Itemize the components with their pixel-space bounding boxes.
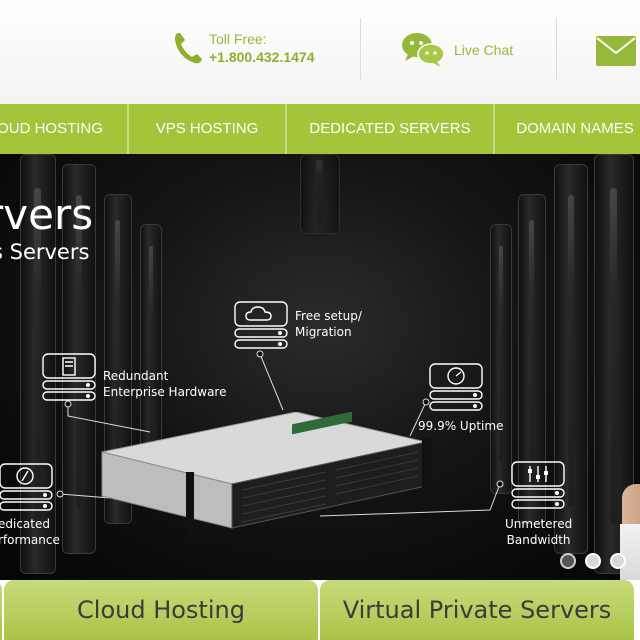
feature-label-hardware: Redundant Enterprise Hardware — [103, 368, 226, 400]
live-chat-link[interactable]: Live Chat — [454, 42, 513, 58]
feature-text: Free setup/ Migration — [295, 309, 362, 339]
feature-label-performance: edicated rformance — [0, 516, 60, 548]
server-tower-icon — [42, 353, 96, 401]
nav-item-vps-hosting[interactable]: VPS HOSTING — [129, 104, 285, 154]
slide-dot-1[interactable] — [560, 553, 576, 569]
nav-item-domain-names[interactable]: DOMAIN NAMES — [495, 104, 640, 154]
person-shirt — [620, 524, 640, 580]
nav-item-cloud-hosting[interactable]: OUD HOSTING — [0, 104, 108, 154]
gauge-icon — [0, 463, 53, 511]
speedometer-icon — [429, 363, 483, 411]
divider — [360, 18, 361, 80]
tab-cloud-hosting[interactable]: Cloud Hosting — [4, 580, 318, 640]
main-navigation: OUD HOSTING VPS HOSTING DEDICATED SERVER… — [0, 104, 640, 154]
tab-virtual-private-servers[interactable]: Virtual Private Servers — [320, 580, 634, 640]
slide-dot-2[interactable] — [585, 553, 601, 569]
divider — [556, 18, 557, 80]
rack-server-image — [101, 412, 432, 542]
slide-dot-3[interactable] — [610, 553, 626, 569]
cloud-server-icon — [234, 301, 288, 349]
hero-banner: rvers s Servers Free setup/ Migration — [0, 154, 640, 580]
tab-partial[interactable] — [0, 580, 2, 640]
feature-text: Unmetered Bandwidth — [505, 517, 573, 547]
contact-bar: Toll Free: +1.800.432.1474 Live Chat — [0, 0, 640, 104]
phone-icon — [175, 33, 202, 64]
tab-label: Virtual Private Servers — [342, 596, 612, 624]
tab-label: Cloud Hosting — [77, 596, 245, 624]
envelope-icon[interactable] — [596, 36, 636, 66]
toll-free-label: Toll Free: — [209, 31, 267, 47]
toll-free-number[interactable]: +1.800.432.1474 — [209, 49, 315, 65]
feature-label-setup: Free setup/ Migration — [295, 308, 362, 340]
chat-bubbles-icon[interactable] — [400, 30, 446, 68]
nav-item-dedicated-servers[interactable]: DEDICATED SERVERS — [287, 104, 493, 154]
feature-text: Redundant Enterprise Hardware — [103, 369, 227, 399]
feature-text: edicated rformance — [0, 517, 60, 547]
sliders-icon — [511, 461, 565, 509]
feature-label-bandwidth: Unmetered Bandwidth — [505, 516, 572, 548]
